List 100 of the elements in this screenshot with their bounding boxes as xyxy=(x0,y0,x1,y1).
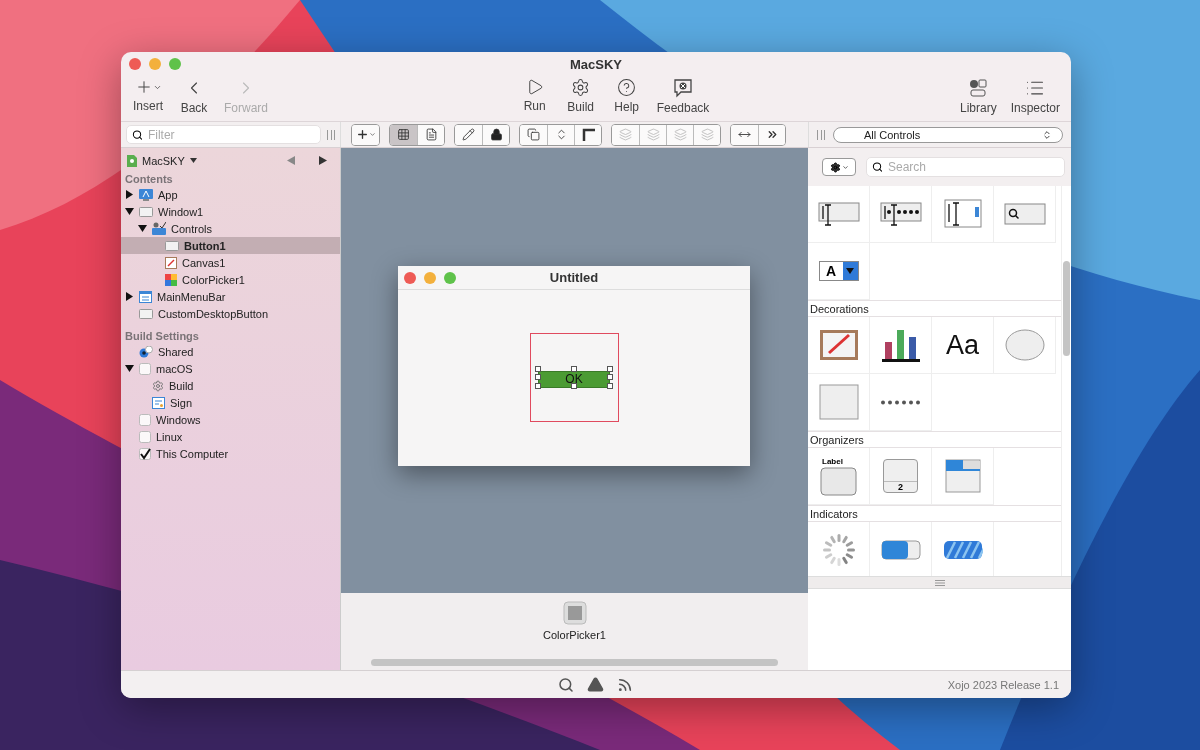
library-tile[interactable]: Aa xyxy=(932,317,994,374)
gear-menu-button[interactable] xyxy=(822,158,856,176)
library-filter-popup[interactable]: All Controls xyxy=(833,126,1063,143)
library-tile[interactable]: Label xyxy=(808,448,870,505)
section-heading: Decorations xyxy=(808,300,1061,317)
window-icon xyxy=(139,308,153,319)
resize-handle[interactable] xyxy=(571,383,577,389)
section-heading: Build Settings xyxy=(124,329,200,343)
spinner-icon xyxy=(820,532,857,568)
navigator-row[interactable]: CustomDesktopButton xyxy=(121,305,340,322)
collapsed-triangle-icon[interactable] xyxy=(125,292,134,301)
navigator-row[interactable]: Window1 xyxy=(121,203,340,220)
gear-icon xyxy=(152,379,164,392)
item-label: Linux xyxy=(156,430,183,443)
navigator-row[interactable]: ColorPicker1 xyxy=(121,271,340,288)
progress-bar-icon xyxy=(880,540,921,560)
toolbar-button[interactable]: Insert xyxy=(127,76,169,117)
dotted-line-icon xyxy=(879,399,922,405)
page-number: 2 xyxy=(884,481,917,492)
close-button[interactable] xyxy=(129,58,141,70)
layout-tool-button[interactable] xyxy=(352,124,379,145)
item-label: ColorPicker1 xyxy=(182,273,245,286)
library-tile[interactable] xyxy=(808,186,870,243)
navigator-row[interactable]: macOS xyxy=(121,360,340,377)
color-picker-icon[interactable] xyxy=(562,601,587,625)
navigator-row[interactable]: Button1 xyxy=(121,237,340,254)
checkbox[interactable] xyxy=(139,362,151,375)
pencil-icon xyxy=(462,128,475,141)
column-grip-icon[interactable] xyxy=(327,129,335,140)
layout-tool-button[interactable] xyxy=(482,124,509,145)
back-arrow-icon[interactable] xyxy=(287,156,295,165)
navigator-row[interactable]: Controls xyxy=(121,220,340,237)
layers-icon xyxy=(700,128,714,141)
item-label: Windows xyxy=(156,413,201,426)
library-tile[interactable] xyxy=(870,317,932,374)
scrollbar-thumb[interactable] xyxy=(371,659,778,666)
navigator-row[interactable]: Windows xyxy=(121,411,340,428)
window-icon xyxy=(165,240,179,251)
library-tile[interactable] xyxy=(932,186,994,243)
forward-arrow-icon[interactable] xyxy=(319,156,327,165)
toolbar-button[interactable]: Library xyxy=(954,76,1002,117)
navigator-row[interactable]: MainMenuBar xyxy=(121,288,340,305)
checkbox[interactable] xyxy=(139,430,151,443)
item-label: Build xyxy=(169,379,194,392)
library-tile[interactable] xyxy=(994,317,1056,374)
search-field[interactable]: Search xyxy=(866,157,1065,177)
item-label: macOS xyxy=(156,362,193,375)
expanded-triangle-icon[interactable] xyxy=(138,224,147,233)
window-icon xyxy=(139,206,153,217)
toolbar-button[interactable]: Build xyxy=(559,76,602,117)
layers-icon xyxy=(619,128,632,141)
navigator-row[interactable]: Shared xyxy=(121,343,340,360)
navigator-row[interactable]: Sign xyxy=(121,394,340,411)
toolbar-button[interactable]: Run xyxy=(513,76,556,117)
layout-tool-button[interactable] xyxy=(758,124,785,145)
dropdown-arrow-icon[interactable] xyxy=(189,158,197,163)
ok-button[interactable]: OK xyxy=(538,370,610,388)
collapsed-triangle-icon[interactable] xyxy=(125,190,134,199)
toolbar-button[interactable]: Help xyxy=(605,76,648,117)
library-tile[interactable] xyxy=(932,448,994,505)
window-title: MacSKY xyxy=(570,56,622,72)
checkbox[interactable] xyxy=(139,413,151,426)
navigator-row[interactable]: Build xyxy=(121,377,340,394)
library-tile[interactable] xyxy=(808,317,870,374)
toolbar-button[interactable]: Back xyxy=(173,76,215,117)
splitter-grip-icon[interactable] xyxy=(934,579,945,586)
checkbox[interactable] xyxy=(139,447,151,460)
navigator-row[interactable]: App xyxy=(121,186,340,203)
resize-handle[interactable] xyxy=(571,366,577,372)
search-icon[interactable] xyxy=(558,676,574,693)
warning-icon[interactable] xyxy=(587,676,604,693)
text-field-icon xyxy=(817,199,860,229)
search-icon xyxy=(132,128,143,141)
speech-bubble-icon xyxy=(673,78,693,98)
library-tile[interactable] xyxy=(870,186,932,243)
item-label: Shared xyxy=(158,345,194,358)
library-tile[interactable] xyxy=(870,374,932,431)
expanded-triangle-icon[interactable] xyxy=(125,207,134,216)
toolbar-button[interactable]: Inspector xyxy=(1005,76,1065,117)
library-tile[interactable]: 2 xyxy=(870,448,932,505)
feed-icon[interactable] xyxy=(617,676,633,693)
tray-item-label: ColorPicker1 xyxy=(543,629,606,641)
library-tile[interactable]: A xyxy=(808,243,870,300)
grid-icon xyxy=(397,128,410,141)
library-tile[interactable] xyxy=(808,374,870,431)
app-icon xyxy=(139,188,153,201)
navigator-row[interactable]: Canvas1 xyxy=(121,254,340,271)
toolbar-button[interactable]: Feedback xyxy=(651,76,715,117)
filter-input[interactable]: Filter xyxy=(147,127,315,142)
layout-tool-button[interactable] xyxy=(574,124,601,145)
color-swatch-icon xyxy=(165,273,177,286)
navigator-row[interactable]: This Computer xyxy=(121,445,340,462)
combo-box-letter: A xyxy=(824,263,838,279)
navigator-row[interactable]: Linux xyxy=(121,428,340,445)
filter-field[interactable]: Filter xyxy=(126,125,321,144)
scrollbar-thumb[interactable] xyxy=(1063,261,1070,356)
library-tile[interactable] xyxy=(994,186,1056,243)
expanded-triangle-icon[interactable] xyxy=(125,364,134,373)
column-grip-icon[interactable] xyxy=(817,129,825,140)
item-label: App xyxy=(158,188,178,201)
